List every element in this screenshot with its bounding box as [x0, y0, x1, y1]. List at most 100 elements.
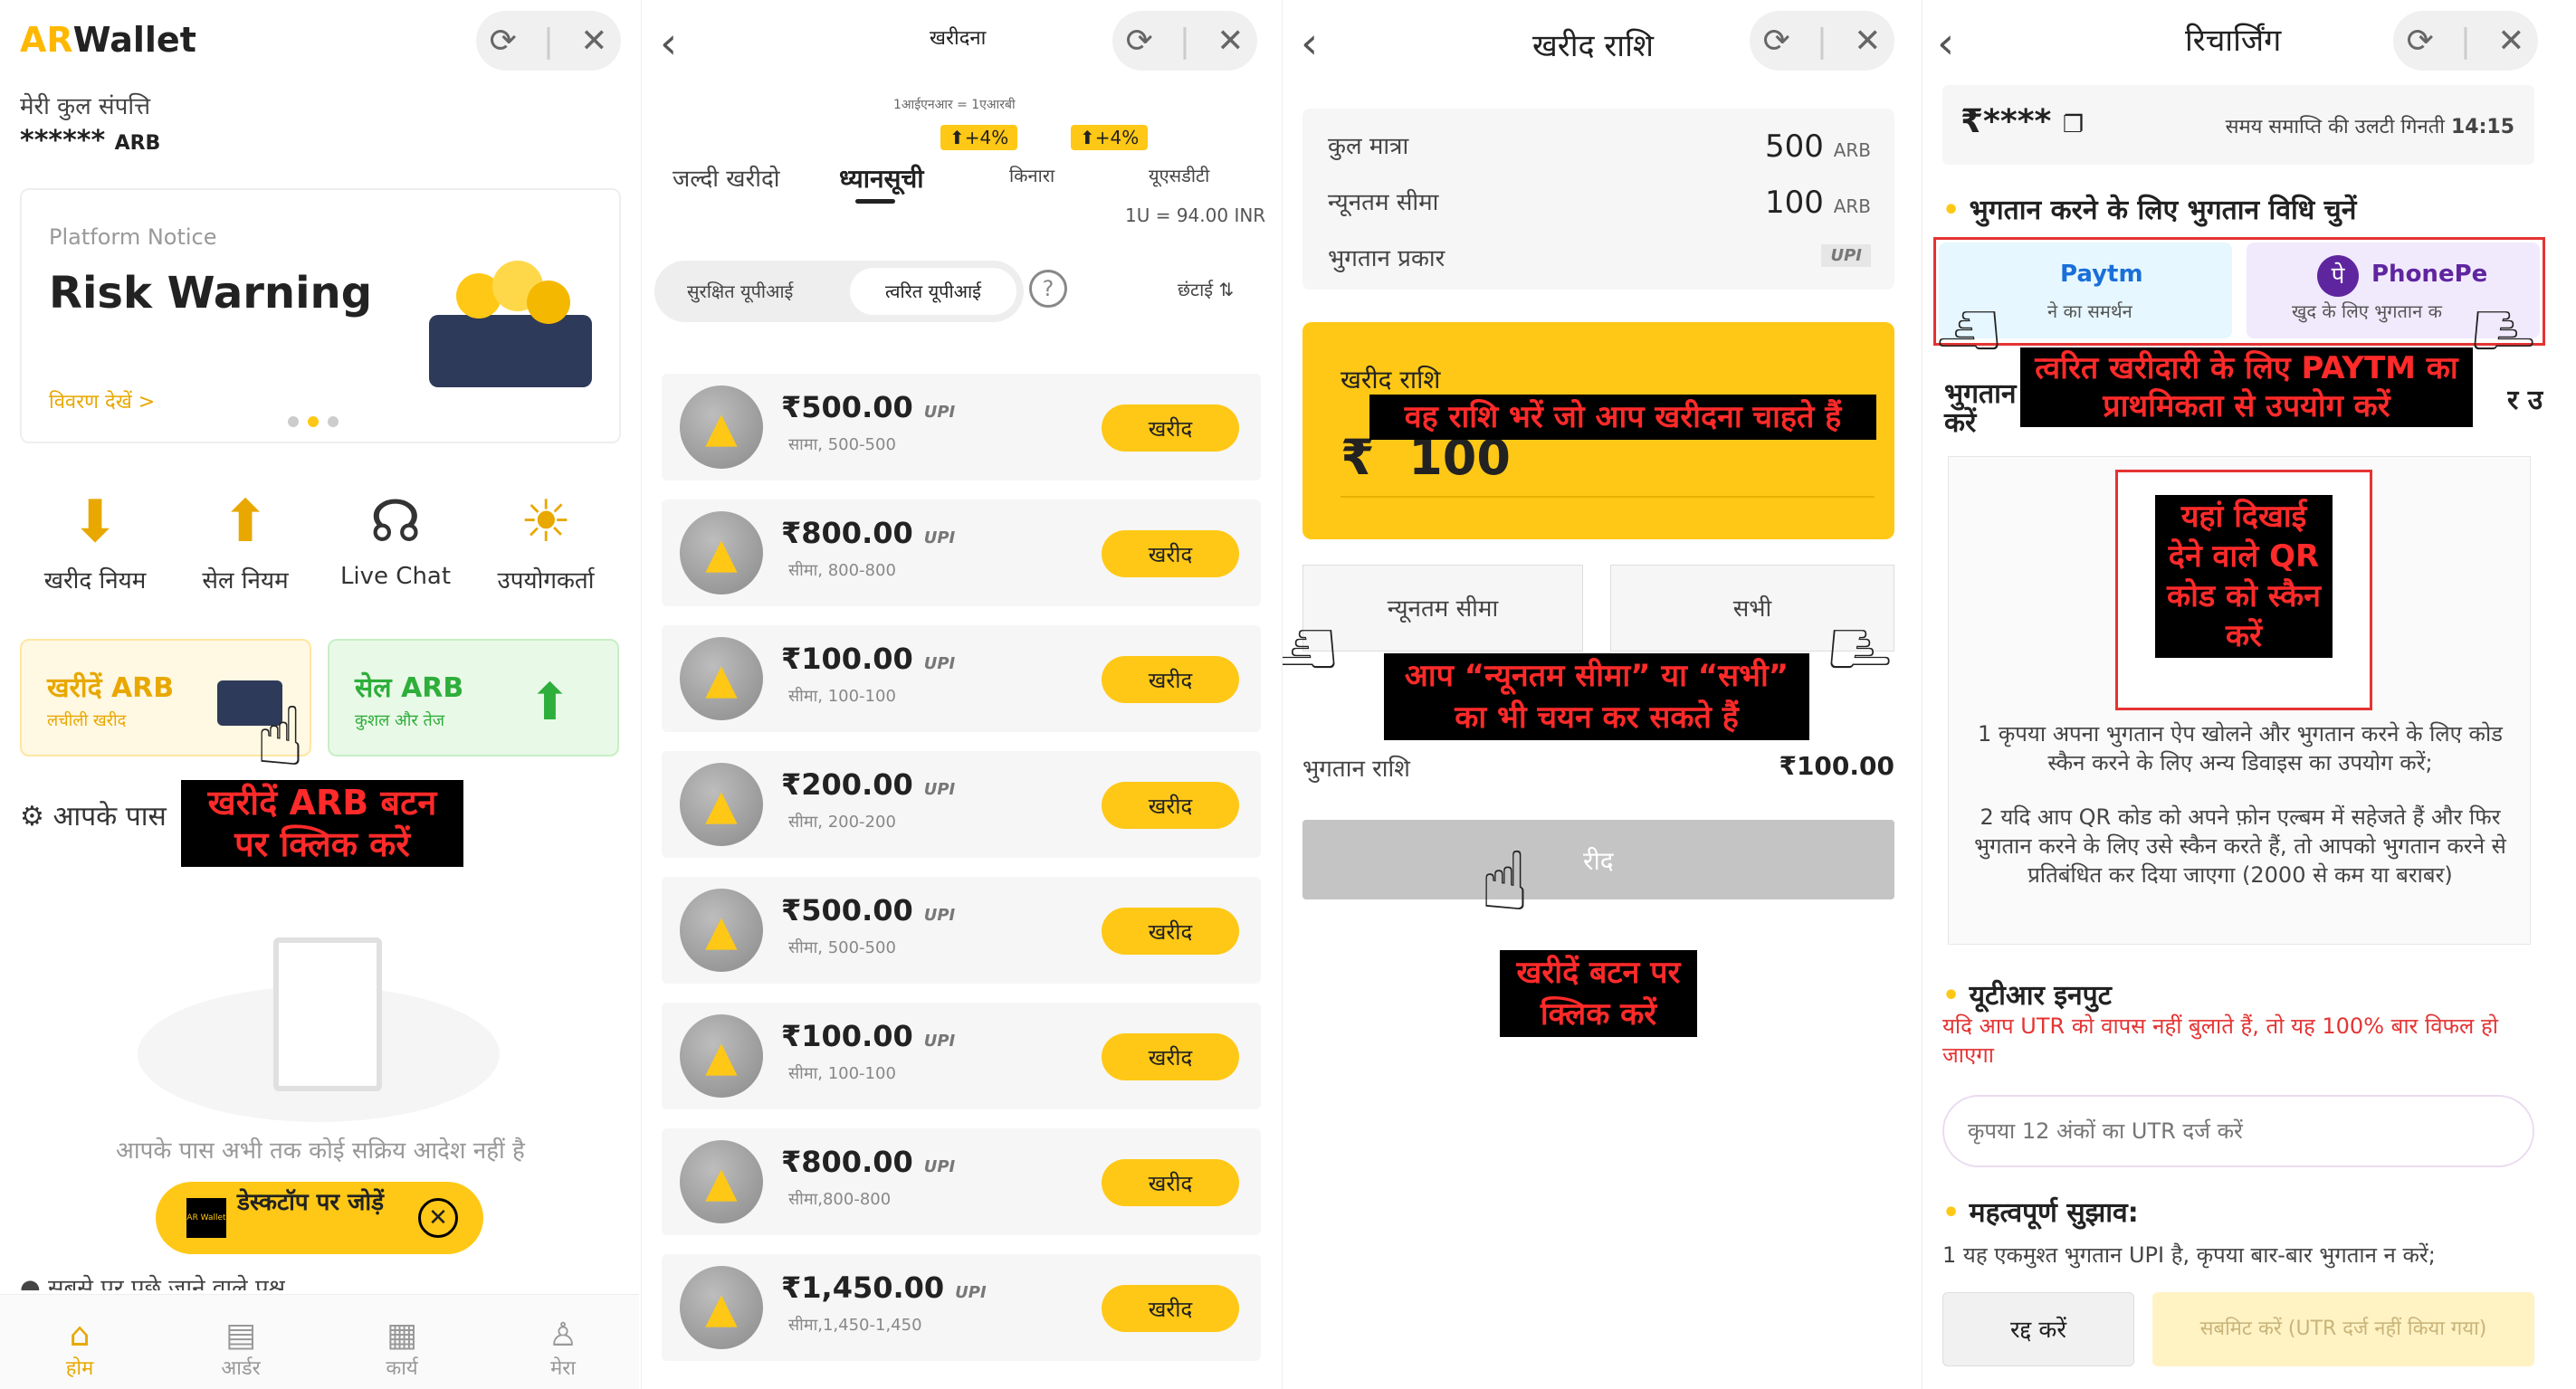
offer-limit: सीमा, 800-800	[788, 561, 896, 580]
cancel-button[interactable]: रद्द करें	[1942, 1292, 2134, 1366]
buy-button[interactable]: खरीद	[1102, 908, 1239, 955]
tab-quick-buy[interactable]: जल्दी खरीदो	[673, 161, 779, 194]
buy-button-label: रीद	[1583, 846, 1614, 876]
offer-row: ▲ ₹100.00 UPI सीमा, 100-100 खरीद	[662, 1003, 1261, 1109]
notice-title: Risk Warning	[49, 268, 373, 319]
arb-coin-icon: ▲	[680, 385, 763, 469]
offer-row: ▲ ₹500.00 UPI सीमा, 500-500 खरीद	[662, 877, 1261, 984]
qr-note-2: 2 यदि आप QR कोड को अपने फ़ोन एल्बम में स…	[1974, 804, 2506, 888]
up-arrow-icon: ⬆	[1080, 127, 1095, 148]
calendar-icon: ▦	[386, 1317, 417, 1354]
tab-edge[interactable]: किनारा	[1009, 163, 1054, 187]
globe-icon: ⚙	[20, 801, 44, 832]
buy-list-screen: ‹ खरीदना ⟳ | ✕ 1आईएनआर = 1एआरबी ⬆+4% ⬆+4% …	[641, 0, 1280, 1389]
offer-row: ▲ ₹800.00 UPI सीमा,800-800 खरीद	[662, 1128, 1261, 1235]
close-circle-icon[interactable]: ✕	[418, 1198, 458, 1238]
qr-section: यहां दिखाई देने वाले QR कोड को स्कैन करे…	[1948, 456, 2531, 945]
offer-limit: सीमा,800-800	[788, 1190, 892, 1209]
tab-watchlist[interactable]: ध्यानसूची	[839, 161, 924, 195]
notice-card[interactable]: Platform Notice Risk Warning विवरण देखें…	[20, 188, 621, 443]
buy-button[interactable]: रीद	[1302, 820, 1894, 899]
arb-coin-icon: ▲	[680, 889, 763, 972]
notice-detail-link[interactable]: विवरण देखें >	[49, 387, 155, 414]
copy-icon[interactable]: ❐	[2063, 111, 2084, 138]
sell-rules-button[interactable]: ⬆ सेल नियम	[177, 489, 313, 595]
nav-home[interactable]: ⌂ होम	[25, 1317, 134, 1381]
empty-orders-text: आपके पास अभी तक कोई सक्रिय आदेश नहीं है	[116, 1137, 525, 1165]
sort-button[interactable]: छंटाई ⇅	[1178, 277, 1234, 301]
nav-tasks[interactable]: ▦ कार्य	[348, 1317, 456, 1381]
hidden-heading-left: भुगतान करें	[1944, 378, 2017, 439]
orders-heading: ⚙ आपके पास	[20, 796, 167, 833]
badge-2-text: +4%	[1094, 127, 1140, 148]
tips-heading: • महत्वपूर्ण सुझाव:	[1942, 1197, 2139, 1229]
help-icon[interactable]: ?	[1029, 270, 1067, 308]
paytm-logo: Paytm	[2060, 261, 2143, 288]
nav-mine[interactable]: ♙ मेरा	[509, 1317, 617, 1381]
home-icon: ⌂	[69, 1317, 91, 1354]
utr-input[interactable]	[1942, 1095, 2534, 1167]
sell-arb-button[interactable]: सेल ARB कुशल और तेज ⬆	[328, 639, 619, 756]
method-annotation: त्वरित खरीदारी के लिए PAYTM का प्राथमिकत…	[2020, 347, 2473, 427]
tutorial-annotation: खरीदें ARB बटन पर क्लिक करें	[181, 780, 463, 867]
submit-button[interactable]: सबमिट करें (UTR दर्ज नहीं किया गया)	[2152, 1292, 2534, 1366]
header-controls: ⟳ | ✕	[1112, 11, 1257, 71]
phonepe-logo: PhonePe	[2371, 261, 2488, 288]
live-chat-button[interactable]: ☊ Live Chat	[328, 489, 463, 590]
faq-partial-text: सबसे पर पूछे जाने वाले प्रश्न	[47, 1275, 286, 1290]
back-arrow-icon[interactable]: ‹	[1937, 18, 1954, 69]
app-logo: ARWallet	[20, 20, 196, 60]
profile-icon: ♙	[548, 1317, 578, 1354]
total-value: 500 ARB	[1764, 128, 1871, 165]
arb-coin-icon: ▲	[680, 1140, 763, 1223]
tab-usdt[interactable]: यूएसडीटी	[1149, 163, 1209, 187]
add-to-desktop-button[interactable]: AR Wallet डेस्कटॉप पर जोड़ें ✕	[156, 1182, 483, 1254]
buy-rules-button[interactable]: ⬇ खरीद नियम	[27, 489, 163, 595]
close-icon[interactable]: ✕	[2497, 23, 2524, 60]
sort-icon: ⇅	[1218, 279, 1235, 300]
upi-logo: UPI	[923, 654, 956, 673]
empty-illustration	[138, 905, 500, 1122]
net-worth-label: मेरी कुल संपत्ति	[20, 93, 151, 120]
tab-badge-2: ⬆+4%	[1071, 125, 1149, 150]
carousel-dots	[288, 416, 339, 427]
hidden-heading-right: र उप	[2507, 385, 2543, 416]
close-icon[interactable]: ✕	[580, 23, 607, 60]
back-arrow-icon[interactable]: ‹	[660, 18, 677, 69]
buy-annotation: खरीदें बटन पर क्लिक करें	[1500, 950, 1697, 1037]
buy-button[interactable]: खरीद	[1102, 530, 1239, 577]
buy-button[interactable]: खरीद	[1102, 1033, 1239, 1080]
refresh-icon[interactable]: ⟳	[2407, 23, 2434, 60]
refresh-icon[interactable]: ⟳	[490, 23, 517, 60]
order-summary: कुल मात्रा 500 ARB न्यूनतम सीमा 100 ARB …	[1302, 109, 1894, 290]
offer-row: ▲ ₹500.00 UPI सामा, 500-500 खरीद	[662, 374, 1261, 480]
buy-rules-label: खरीद नियम	[43, 567, 147, 595]
buy-button[interactable]: खरीद	[1102, 656, 1239, 703]
user-button[interactable]: ☀ उपयोगकर्ता	[478, 489, 614, 595]
offer-price: ₹100.00 UPI	[781, 1019, 956, 1053]
safe-upi-option[interactable]: सुरक्षित यूपीआई	[687, 279, 793, 303]
nav-orders[interactable]: ▤ आर्डर	[186, 1317, 295, 1381]
refresh-icon[interactable]: ⟳	[1126, 23, 1153, 60]
close-icon[interactable]: ✕	[1216, 23, 1244, 60]
buy-button[interactable]: खरीद	[1102, 1285, 1239, 1332]
orders-icon: ▤	[224, 1317, 256, 1354]
upi-logo: UPI	[923, 403, 956, 422]
buy-button[interactable]: खरीद	[1102, 782, 1239, 829]
refresh-icon[interactable]: ⟳	[1763, 23, 1790, 60]
offer-price: ₹800.00 UPI	[781, 516, 956, 550]
upi-logo: UPI	[923, 906, 956, 925]
pointing-hand-icon: ☝	[1480, 834, 1530, 929]
back-arrow-icon[interactable]: ‹	[1301, 18, 1318, 69]
offer-price: ₹100.00 UPI	[781, 642, 956, 676]
utr-heading: • यूटीआर इनपुट	[1942, 980, 2112, 1012]
arb-coin-icon: ▲	[680, 1014, 763, 1098]
close-icon[interactable]: ✕	[1854, 23, 1881, 60]
buy-button[interactable]: खरीद	[1102, 1159, 1239, 1206]
sort-label: छंटाई	[1178, 279, 1214, 300]
pointing-hand-icon: ☝	[1810, 623, 1906, 674]
choose-method-heading: • भुगतान करने के लिए भुगतान विधि चुनें	[1942, 195, 2357, 226]
buy-button[interactable]: खरीद	[1102, 404, 1239, 452]
app-small-logo: AR Wallet	[186, 1198, 226, 1238]
instant-upi-option[interactable]: त्वरित यूपीआई	[850, 268, 1016, 315]
